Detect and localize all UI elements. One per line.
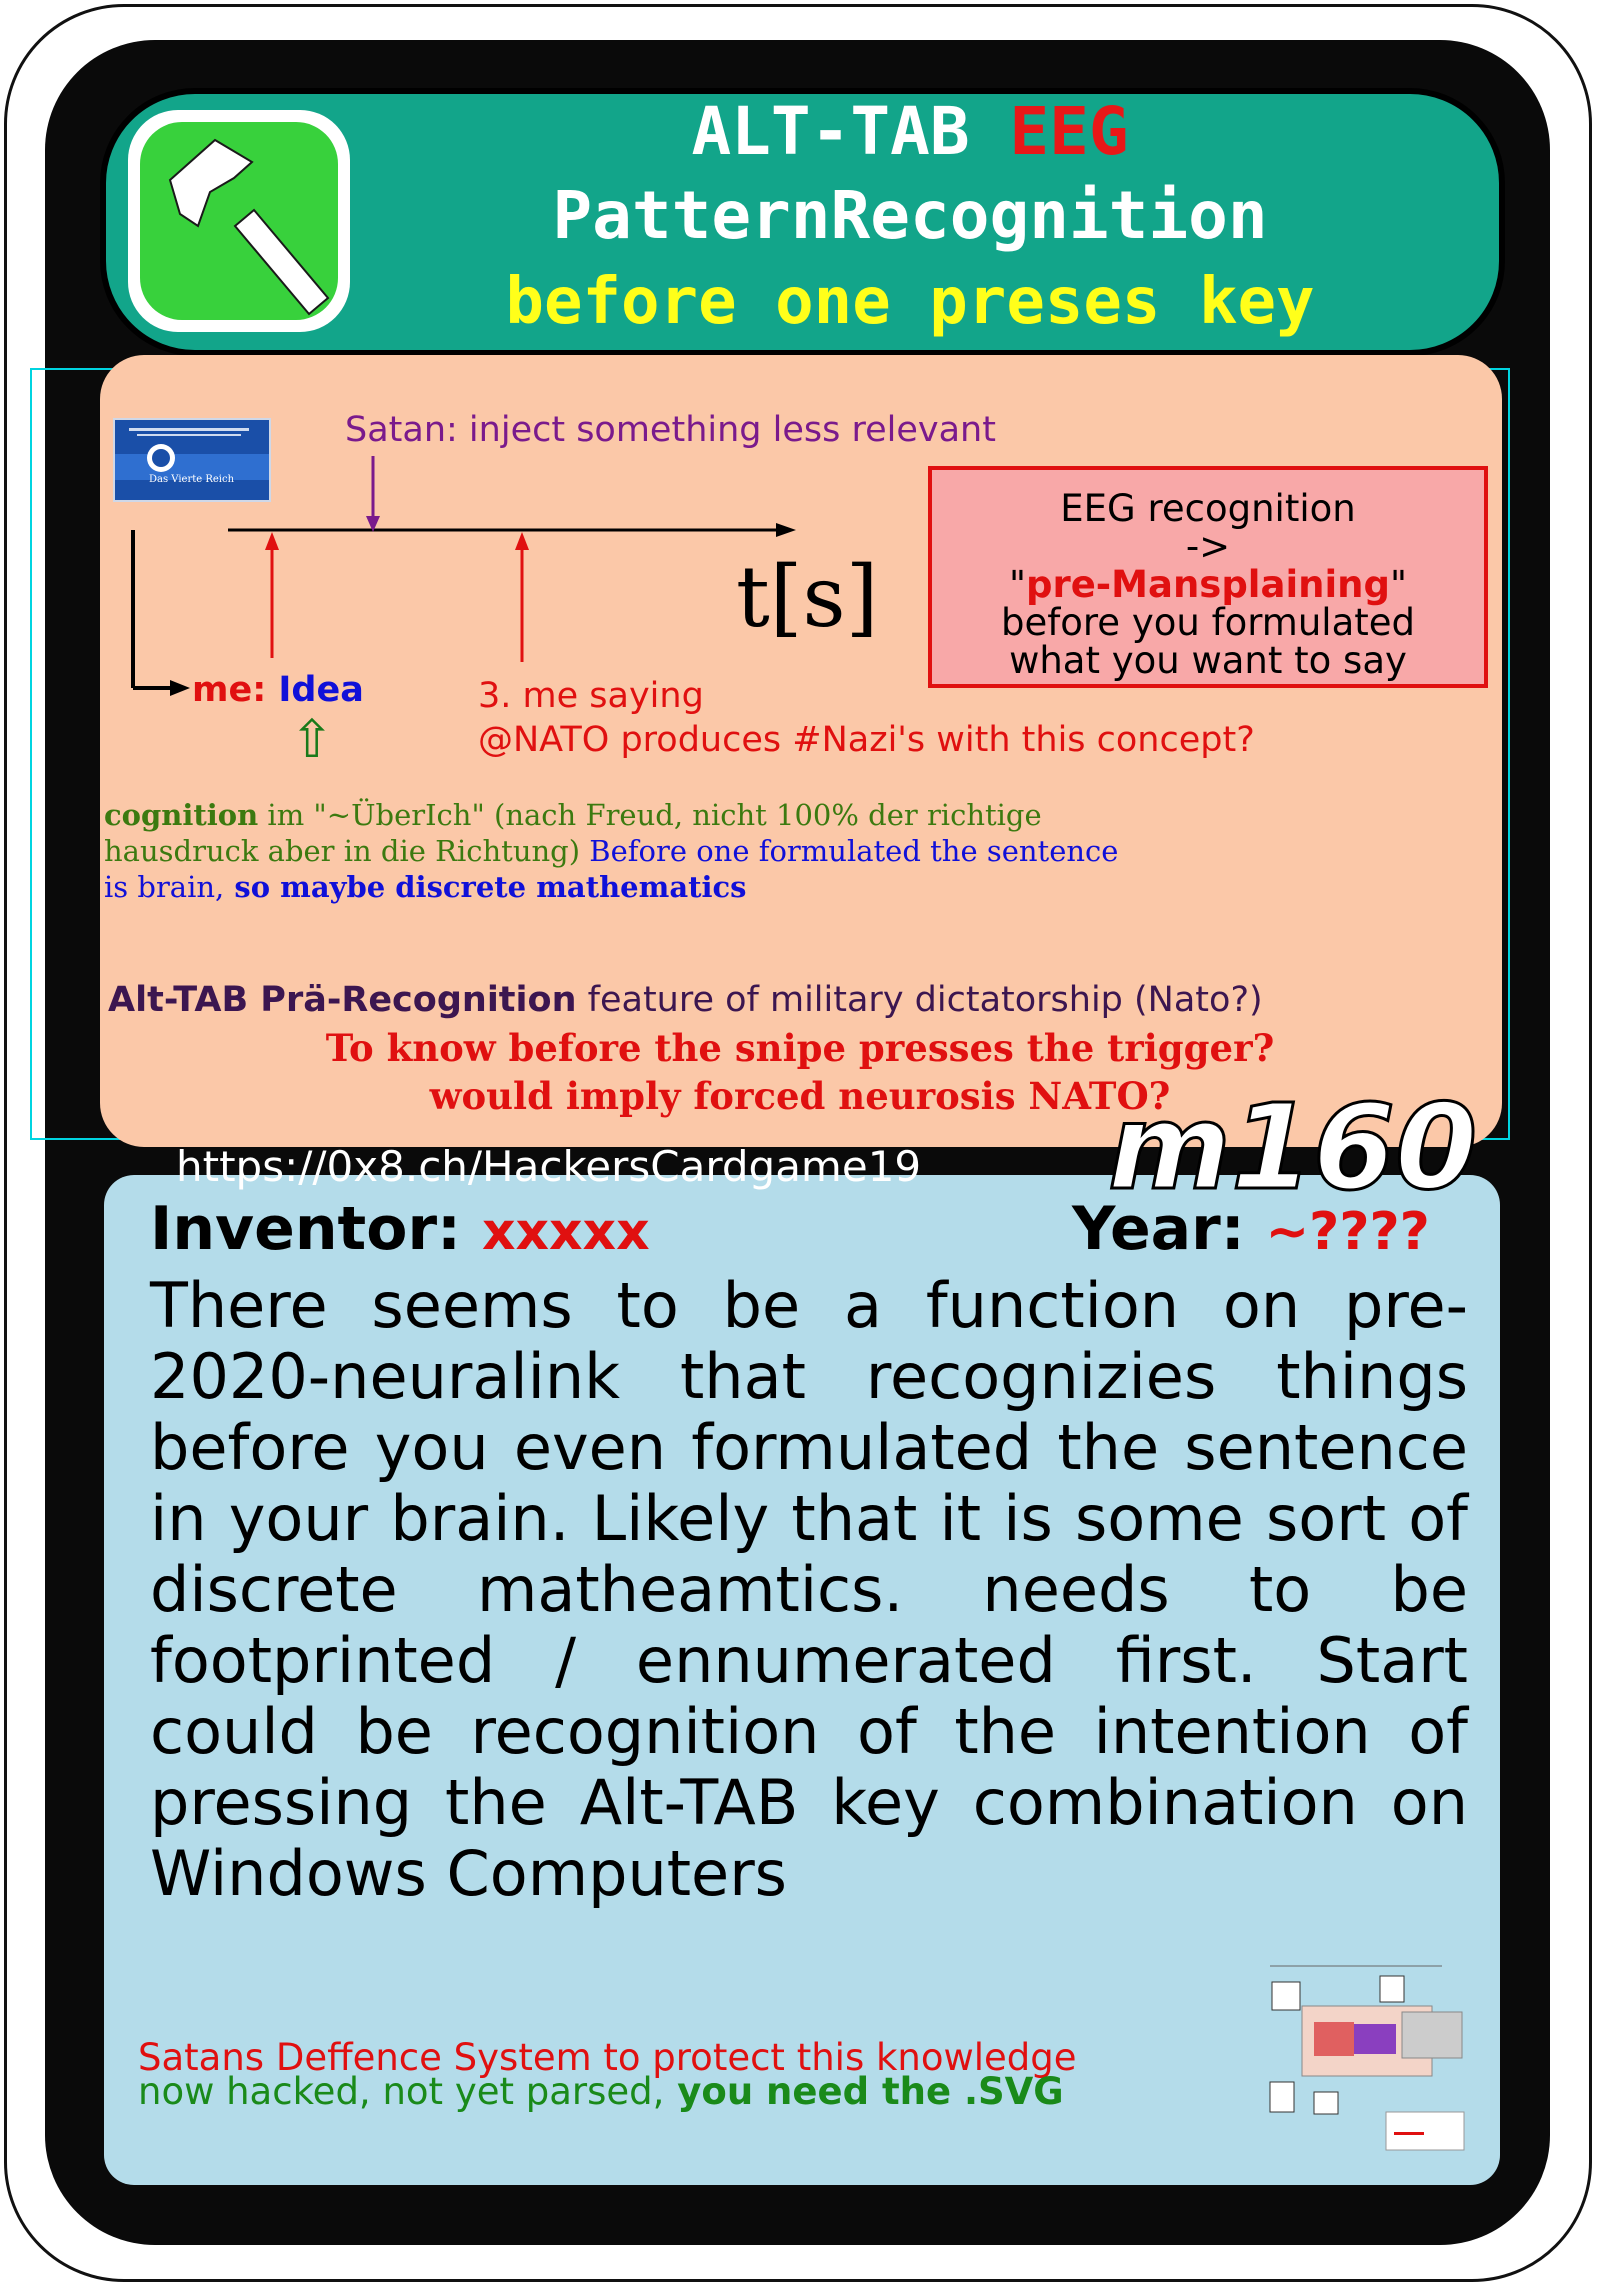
serif-line-2-green: hausdruck aber in die Richtung) [104, 834, 581, 868]
time-axis-label: t[s] [736, 548, 879, 646]
footer-line-2-a: now hacked, not yet parsed, [138, 2070, 665, 2113]
serif-line-1-bold: cognition [104, 798, 259, 832]
me-prefix: me: [192, 670, 279, 710]
eeg-highlight: pre-Mansplaining [1025, 563, 1390, 606]
year-row: Year: ~???? [1072, 1194, 1430, 1264]
eeg-recognition-box: EEG recognition -> "pre-Mansplaining" be… [928, 466, 1488, 688]
serif-line-1: cognition im "~ÜberIch" (nach Freud, nic… [104, 798, 1042, 832]
inventor-row: Inventor: xxxxx [150, 1194, 650, 1264]
serif-line-2: hausdruck aber in die Richtung) Before o… [104, 834, 1118, 868]
card-id: m160 [1106, 1078, 1478, 1216]
saying-label: 3. me saying [478, 676, 704, 716]
eeg-line-2: -> [1185, 525, 1231, 568]
year-label: Year: [1072, 1194, 1245, 1264]
serif-line-3-b: so maybe discrete mathematics [224, 870, 747, 904]
eeg-quote-open: " [1008, 563, 1026, 606]
card-description: There seems to be a function on pre-2020… [150, 1269, 1468, 1910]
eeg-line-1: EEG recognition [1060, 487, 1356, 530]
alt-tab-line: Alt-TAB Prä-Recognition feature of milit… [108, 980, 1263, 1020]
inventor-value: xxxxx [481, 1202, 650, 1262]
title-line-2: PatternRecognition [552, 177, 1268, 254]
up-arrow-icon: ⇧ [290, 710, 334, 770]
card-url[interactable]: https://0x8.ch/HackersCardgame19 [176, 1142, 921, 1191]
me-idea-label: me: Idea [192, 670, 364, 710]
svg-thumbnail-collage [1262, 1962, 1472, 2162]
snipe-line-1: To know before the snipe presses the tri… [325, 1026, 1275, 1070]
eeg-quote-close: " [1390, 563, 1408, 606]
eeg-line-5: what you want to say [1009, 639, 1407, 682]
footer-line-2-b: you need the .SVG [664, 2070, 1064, 2113]
nato-question: @NATO produces #Nazi's with this concept… [478, 720, 1255, 760]
title-eeg: EEG [1009, 93, 1129, 170]
title-line-3: before one preses key [505, 265, 1315, 339]
serif-line-3: is brain, so maybe discrete mathematics [104, 870, 747, 904]
alt-tab-bold: Alt-TAB Prä-Recognition [108, 980, 577, 1020]
serif-line-1-rest: im "~ÜberIch" (nach Freud, nicht 100% de… [258, 798, 1042, 832]
footer-line-2: now hacked, not yet parsed, you need the… [138, 2070, 1064, 2113]
year-value: ~???? [1265, 1202, 1430, 1262]
eeg-line-4: before you formulated [1000, 601, 1415, 644]
alt-tab-rest: feature of military dictatorship (Nato?) [576, 980, 1263, 1020]
title-alt-tab: ALT-TAB [691, 93, 970, 170]
serif-line-3-a: is brain, [104, 870, 225, 904]
inventor-label: Inventor: [150, 1194, 462, 1264]
hammer-icon [140, 122, 338, 320]
eeg-line-3: "pre-Mansplaining" [932, 566, 1484, 604]
serif-line-2-blue: Before one formulated the sentence [580, 834, 1119, 868]
idea-word: Idea [278, 670, 364, 710]
title-line-1: ALT-TAB EEG [590, 92, 1230, 172]
